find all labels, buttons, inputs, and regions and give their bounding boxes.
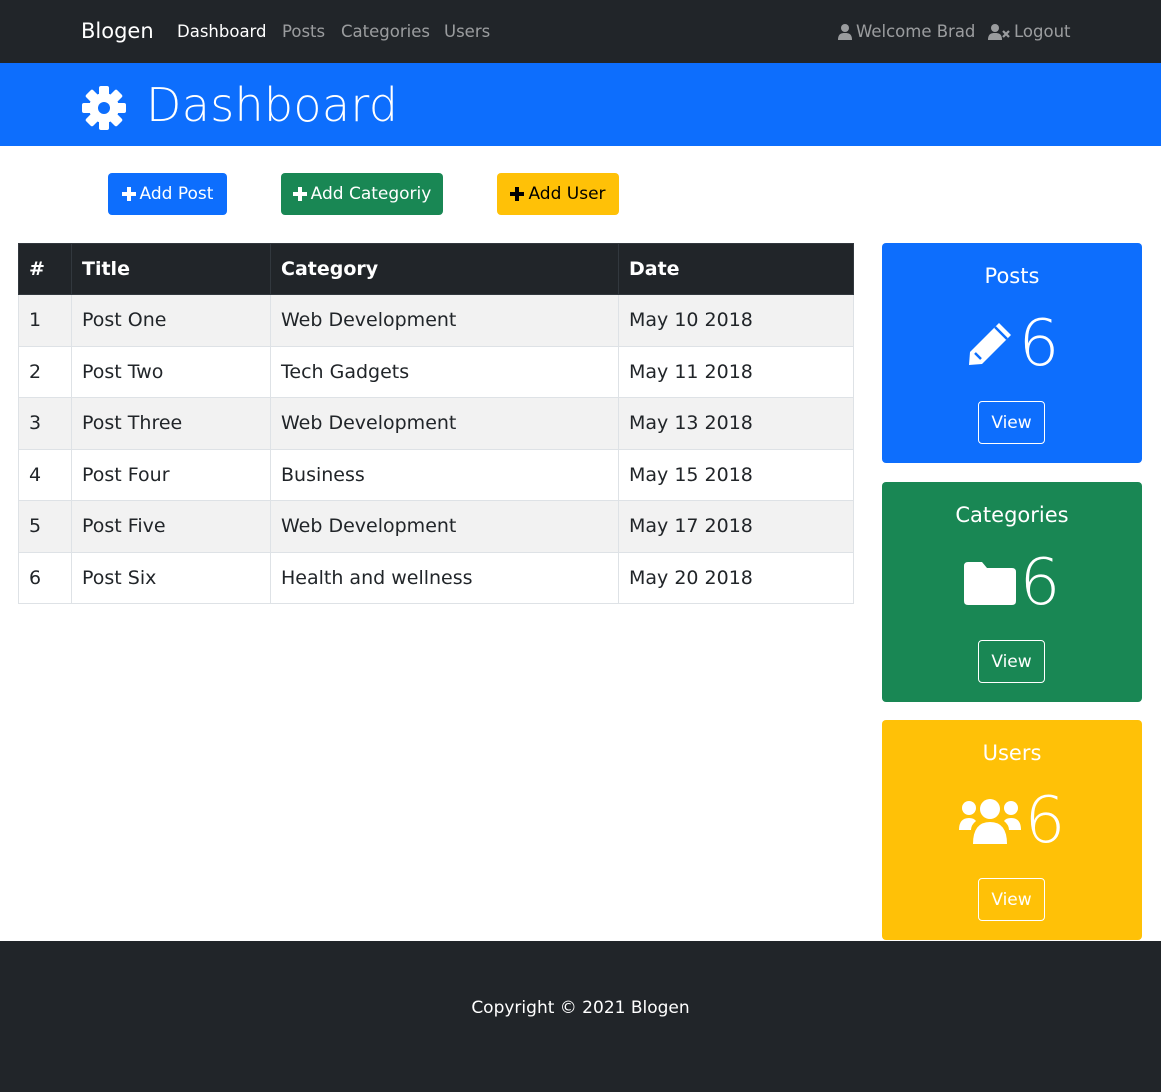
cell-number: 5: [18, 500, 72, 553]
view-users-button[interactable]: View: [978, 878, 1045, 921]
cell-category: Web Development: [270, 500, 619, 553]
cell-title: Post Four: [71, 448, 271, 501]
column-header-number: #: [18, 243, 72, 295]
cell-number: 4: [18, 448, 72, 501]
column-header-category: Category: [270, 243, 619, 295]
plus-icon: [292, 187, 307, 201]
gear-icon: [82, 86, 126, 130]
nav-link-posts[interactable]: Posts: [282, 22, 325, 41]
nav-link-dashboard[interactable]: Dashboard: [177, 22, 267, 41]
cell-title: Post Five: [71, 500, 271, 553]
welcome-user-link[interactable]: Welcome Brad: [838, 22, 975, 41]
cell-date: May 20 2018: [618, 551, 854, 604]
welcome-label: Welcome Brad: [856, 22, 976, 41]
user-times-icon: [988, 23, 1010, 40]
table-row: 3 Post Three Web Development May 13 2018: [18, 397, 854, 450]
posts-table: # Title Category Date 1 Post One Web Dev…: [18, 243, 854, 604]
cell-title: Post Three: [71, 397, 271, 450]
cell-number: 3: [18, 397, 72, 450]
logout-link[interactable]: Logout: [988, 22, 1071, 41]
categories-stat-card: Categories 6 View: [882, 482, 1142, 702]
folder-icon: [963, 562, 1016, 605]
cell-date: May 15 2018: [618, 448, 854, 501]
card-count-posts: 6: [1018, 307, 1060, 381]
table-header-row: # Title Category Date: [18, 243, 854, 295]
brand-logo[interactable]: Blogen: [81, 19, 154, 43]
cell-date: May 10 2018: [618, 294, 854, 347]
add-post-label: Add Post: [139, 184, 214, 204]
nav-link-users[interactable]: Users: [444, 22, 490, 41]
column-header-date: Date: [618, 243, 854, 295]
add-category-button[interactable]: Add Categoriy: [281, 173, 443, 215]
cell-number: 2: [18, 345, 72, 398]
card-title-categories: Categories: [955, 503, 1069, 527]
cell-category: Web Development: [270, 397, 619, 450]
logout-label: Logout: [1014, 22, 1071, 41]
table-row: 5 Post Five Web Development May 17 2018: [18, 500, 854, 553]
card-count-users: 6: [1024, 784, 1066, 858]
cell-title: Post Six: [71, 551, 271, 604]
cell-date: May 11 2018: [618, 345, 854, 398]
add-user-button[interactable]: Add User: [497, 173, 619, 215]
posts-stat-card: Posts 6 View: [882, 243, 1142, 463]
cell-number: 1: [18, 294, 72, 347]
navbar: Blogen Dashboard Posts Categories Users …: [0, 0, 1161, 63]
table-row: 1 Post One Web Development May 10 2018: [18, 294, 854, 347]
table-row: 4 Post Four Business May 15 2018: [18, 448, 854, 501]
cell-date: May 13 2018: [618, 397, 854, 450]
add-user-label: Add User: [528, 184, 606, 204]
card-title-posts: Posts: [984, 264, 1040, 288]
cell-category: Web Development: [270, 294, 619, 347]
cell-title: Post Two: [71, 345, 271, 398]
cell-number: 6: [18, 551, 72, 604]
table-row: 2 Post Two Tech Gadgets May 11 2018: [18, 345, 854, 398]
users-icon: [958, 799, 1021, 844]
nav-link-categories[interactable]: Categories: [341, 22, 430, 41]
card-title-users: Users: [982, 741, 1042, 765]
column-header-title: Title: [71, 243, 271, 295]
footer-copyright: Copyright © 2021 Blogen: [471, 998, 690, 1018]
view-categories-button[interactable]: View: [978, 640, 1045, 683]
cell-category: Health and wellness: [270, 551, 619, 604]
cell-category: Tech Gadgets: [270, 345, 619, 398]
users-stat-card: Users 6 View: [882, 720, 1142, 940]
user-icon: [838, 23, 852, 40]
add-category-label: Add Categoriy: [310, 184, 432, 204]
pencil-icon: [968, 323, 1011, 365]
card-count-categories: 6: [1019, 546, 1061, 620]
cell-category: Business: [270, 448, 619, 501]
view-posts-button[interactable]: View: [978, 401, 1045, 444]
page-title: Dashboard: [146, 78, 399, 132]
cell-title: Post One: [71, 294, 271, 347]
plus-icon: [510, 187, 525, 201]
add-post-button[interactable]: Add Post: [108, 173, 227, 215]
table-row: 6 Post Six Health and wellness May 20 20…: [18, 551, 854, 604]
cell-date: May 17 2018: [618, 500, 854, 553]
plus-icon: [121, 187, 136, 201]
